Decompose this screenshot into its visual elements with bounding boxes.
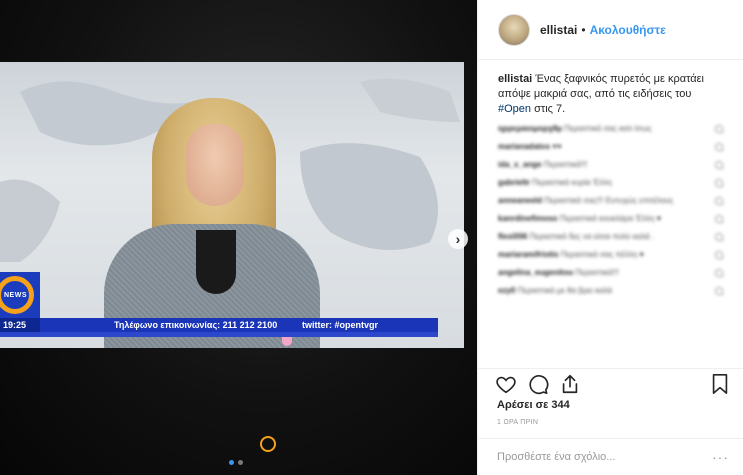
bookmark-icon[interactable] bbox=[709, 373, 731, 395]
camera-ring-icon bbox=[260, 436, 276, 452]
comment-username[interactable]: angelina_eugenitou bbox=[498, 268, 573, 277]
comment-item: anneaneeld Περαστικά σας!!! Ευτυχώς επιτ… bbox=[498, 195, 723, 207]
caption-hashtag[interactable]: #Open bbox=[498, 103, 531, 115]
comment-username[interactable]: anneaneeld bbox=[498, 196, 542, 205]
ticker-time: 19:25 bbox=[0, 318, 40, 332]
comment-text: Περαστικά με θα βρει καλά bbox=[517, 286, 613, 295]
comment-text: Περαστικά δες να είσαι πολύ καλά . bbox=[529, 232, 655, 241]
comment-username[interactable]: mariaramifriotis bbox=[498, 250, 558, 259]
anchor-collar bbox=[196, 230, 236, 294]
header-username[interactable]: ellistai bbox=[540, 23, 577, 37]
comment-username[interactable]: kanrdinefimoso bbox=[498, 214, 558, 223]
news-ticker: 19:25 Τηλέφωνο επικοινωνίας: 211 212 210… bbox=[0, 318, 438, 332]
comment-text: Περαστικά κυρία Έλλη bbox=[532, 178, 612, 187]
carousel-dots bbox=[229, 460, 243, 465]
share-icon[interactable] bbox=[559, 373, 581, 395]
chevron-right-icon: › bbox=[455, 231, 461, 247]
ticker-twitter: twitter: #opentvgr bbox=[302, 320, 379, 330]
comment-like-icon[interactable] bbox=[715, 161, 723, 169]
channel-logo-text: NEWS bbox=[4, 292, 27, 299]
anchor-face bbox=[186, 124, 244, 206]
comments-list: ηρρεμαιομορχθμ Περαστικά σας κατι ίσως ma… bbox=[478, 117, 743, 297]
carousel-dot-1 bbox=[229, 460, 234, 465]
comment-like-icon[interactable] bbox=[715, 251, 723, 259]
caption-text-end: στις 7. bbox=[531, 103, 566, 115]
comment-like-icon[interactable] bbox=[715, 269, 723, 277]
comment-item: kanrdinefimoso Περαστικά κουκλάρα Έλλη ♥ bbox=[498, 213, 723, 225]
comment-like-icon[interactable] bbox=[715, 197, 723, 205]
comment-item: gabrieltr Περαστικά κυρία Έλλη bbox=[498, 177, 723, 189]
caption-username[interactable]: ellistai bbox=[498, 73, 532, 85]
post-photo[interactable]: NEWS 19:25 Τηλέφωνο επικοινωνίας: 211 21… bbox=[0, 0, 477, 475]
tv-screen: NEWS 19:25 Τηλέφωνο επικοινωνίας: 211 21… bbox=[0, 62, 464, 348]
more-options-icon[interactable]: ··· bbox=[712, 449, 729, 465]
post-actions bbox=[477, 368, 743, 396]
comment-like-icon[interactable] bbox=[715, 287, 723, 295]
comment-username[interactable]: marianadatos bbox=[498, 142, 550, 151]
add-comment-bar: Προσθέστε ένα σχόλιο... ··· bbox=[477, 438, 743, 475]
comment-like-icon[interactable] bbox=[715, 125, 723, 133]
comment-icon[interactable] bbox=[527, 373, 549, 395]
comment-item: ida_x_ange Περαστικά!!! bbox=[498, 159, 723, 171]
comment-username[interactable]: flexi006 bbox=[498, 232, 527, 241]
ticker-bottom-bar bbox=[0, 332, 438, 337]
comment-item: ezy0 Περαστικά με θα βρει καλά bbox=[498, 285, 723, 297]
comment-item: angelina_eugenitou Περαστικά!!! bbox=[498, 267, 723, 279]
post-header: ellistai • Ακολουθήστε bbox=[478, 0, 743, 60]
comment-like-icon[interactable] bbox=[715, 233, 723, 241]
next-image-button[interactable]: › bbox=[448, 229, 468, 249]
likes-count[interactable]: Αρέσει σε 344 bbox=[497, 399, 570, 411]
comment-username[interactable]: ida_x_ange bbox=[498, 160, 542, 169]
comment-text: Περαστικά!!! bbox=[543, 160, 588, 169]
carousel-dot-2 bbox=[238, 460, 243, 465]
avatar[interactable] bbox=[498, 13, 530, 46]
comment-like-icon[interactable] bbox=[715, 179, 723, 187]
comment-item: flexi006 Περαστικά δες να είσαι πολύ καλ… bbox=[498, 231, 723, 243]
comment-like-icon[interactable] bbox=[715, 143, 723, 151]
ticker-phone: Τηλέφωνο επικοινωνίας: 211 212 2100 bbox=[114, 320, 278, 330]
comment-username[interactable]: gabrieltr bbox=[498, 178, 530, 187]
comment-text: Περαστικά σας!!! Ευτυχώς επιτέλους bbox=[544, 196, 674, 205]
comment-username[interactable]: ezy0 bbox=[498, 286, 515, 295]
comment-text: Περαστικά!!! bbox=[575, 268, 619, 277]
comment-like-icon[interactable] bbox=[715, 215, 723, 223]
follow-button[interactable]: Ακολουθήστε bbox=[590, 23, 666, 37]
comment-input[interactable]: Προσθέστε ένα σχόλιο... bbox=[497, 451, 615, 463]
header-separator: • bbox=[581, 22, 586, 37]
post-caption: ellistai Ένας ξαφνικός πυρετός με κρατάε… bbox=[478, 60, 743, 117]
comment-item: ηρρεμαιομορχθμ Περαστικά σας κατι ίσως bbox=[498, 123, 723, 135]
heart-icon[interactable] bbox=[495, 373, 517, 395]
post-time[interactable]: 1 ΩΡΑ ΠΡΙΝ bbox=[497, 419, 538, 426]
comment-text: ♥♥ bbox=[552, 142, 562, 151]
comment-item: mariaramifriotis Περαστικά σας πέλλη ♥ bbox=[498, 249, 723, 261]
comment-username[interactable]: ηρρεμαιομορχθμ bbox=[498, 124, 562, 133]
comment-text: Περαστικά κουκλάρα Έλλη ♥ bbox=[559, 214, 662, 223]
comment-item: marianadatos ♥♥ bbox=[498, 141, 723, 153]
comment-text: Περαστικά σας κατι ίσως bbox=[564, 124, 652, 133]
comment-text: Περαστικά σας πέλλη ♥ bbox=[560, 250, 644, 259]
